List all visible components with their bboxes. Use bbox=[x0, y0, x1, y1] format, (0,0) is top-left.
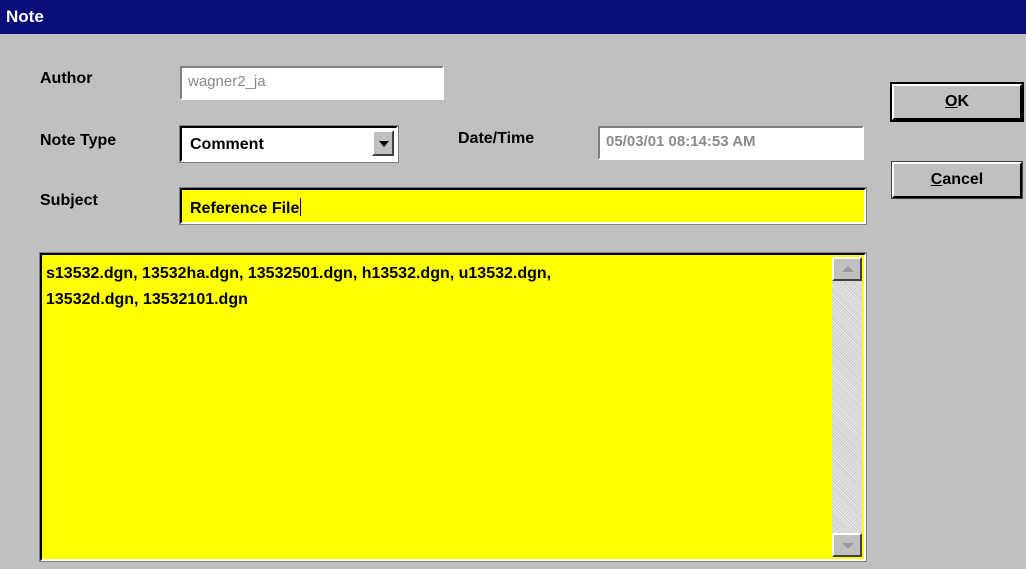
note-body-textarea[interactable]: s13532.dgn, 13532ha.dgn, 13532501.dgn, h… bbox=[39, 252, 867, 562]
title-bar[interactable]: Note bbox=[0, 0, 1026, 34]
cancel-button[interactable]: Cancel bbox=[891, 161, 1023, 199]
text-caret bbox=[300, 198, 302, 216]
scroll-up-arrow-icon bbox=[842, 266, 854, 272]
dropdown-button[interactable] bbox=[372, 130, 394, 156]
scroll-down-arrow-icon bbox=[842, 543, 854, 549]
note-body-text: s13532.dgn, 13532ha.dgn, 13532501.dgn, h… bbox=[46, 261, 826, 313]
note-dialog: Note Author wagner2_ja Note Type Comment… bbox=[0, 0, 1026, 569]
author-field[interactable]: wagner2_ja bbox=[180, 66, 444, 100]
scroll-up-button[interactable] bbox=[832, 257, 862, 281]
note-body-line: 13532d.dgn, 13532101.dgn bbox=[46, 291, 248, 308]
ok-label-rest: K bbox=[957, 93, 969, 110]
datetime-field[interactable]: 05/03/01 08:14:53 AM bbox=[598, 126, 864, 160]
scroll-down-button[interactable] bbox=[832, 533, 862, 557]
note-type-dropdown[interactable]: Comment bbox=[179, 125, 399, 163]
note-body-line: s13532.dgn, 13532ha.dgn, 13532501.dgn, h… bbox=[46, 265, 552, 282]
subject-label: Subject bbox=[40, 192, 98, 209]
vertical-scrollbar[interactable] bbox=[832, 257, 862, 557]
cancel-mnemonic: C bbox=[930, 171, 943, 188]
datetime-label: Date/Time bbox=[458, 130, 535, 147]
window-title: Note bbox=[6, 7, 44, 26]
cancel-label-rest: ancel bbox=[942, 171, 984, 188]
chevron-down-icon bbox=[379, 141, 389, 147]
subject-value: Reference File bbox=[190, 198, 302, 217]
subject-input[interactable]: Reference File bbox=[179, 187, 867, 225]
note-type-value: Comment bbox=[190, 136, 264, 153]
note-type-label: Note Type bbox=[40, 132, 117, 149]
author-label: Author bbox=[40, 70, 93, 87]
ok-mnemonic: O bbox=[944, 93, 958, 110]
ok-button[interactable]: OK bbox=[890, 82, 1024, 122]
